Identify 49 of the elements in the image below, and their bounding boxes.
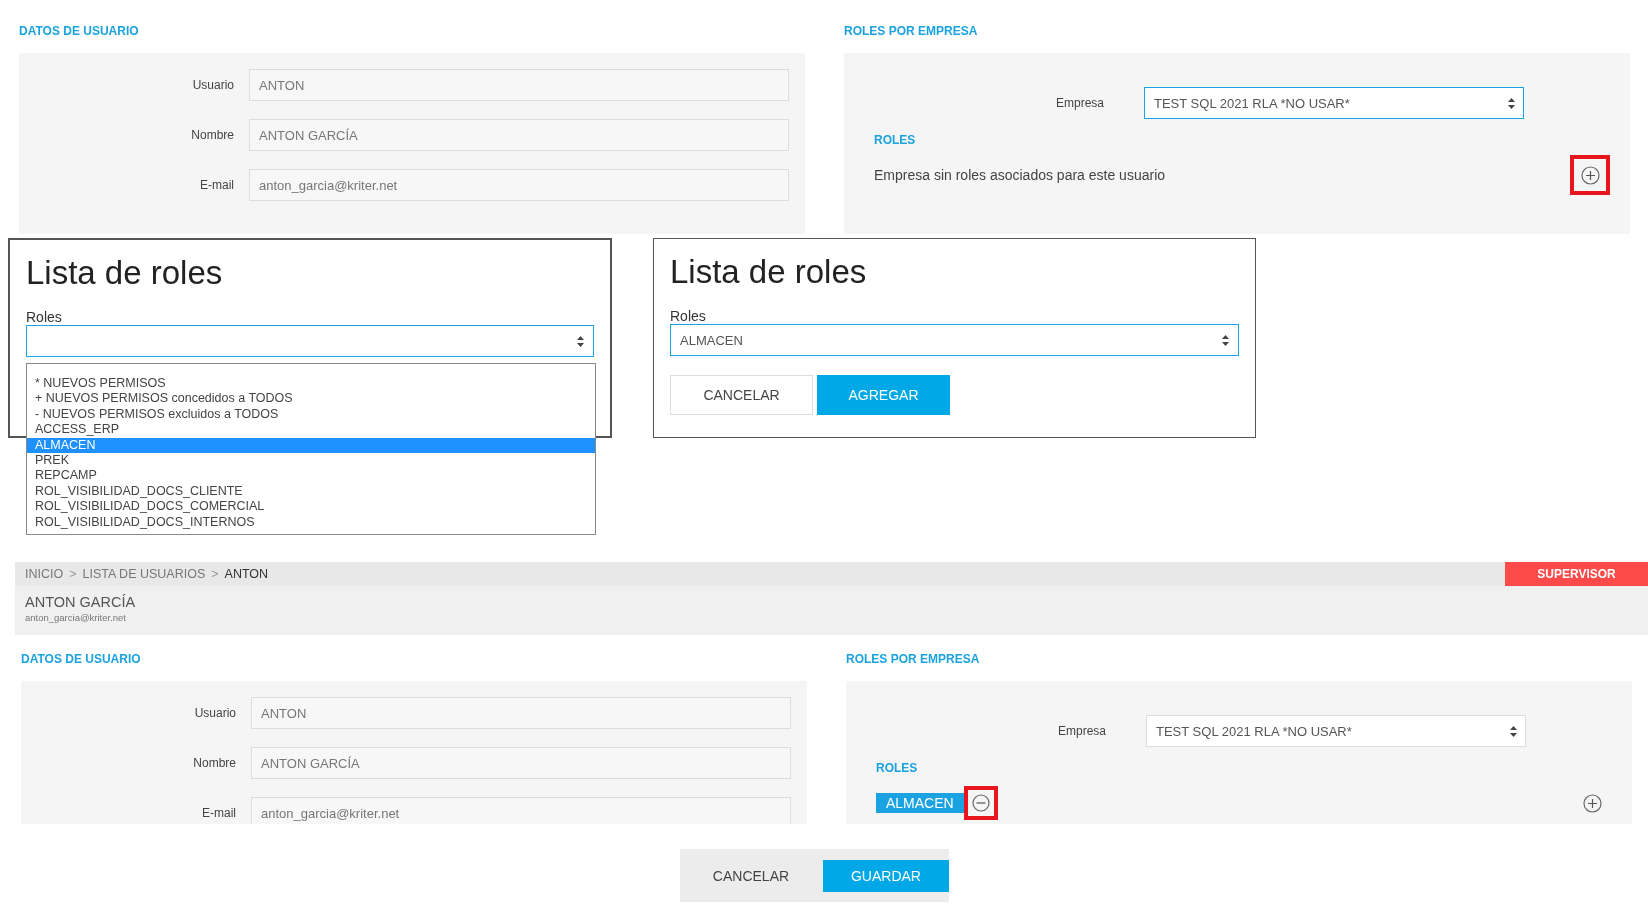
- field-label: Roles: [26, 309, 62, 325]
- field-label: E-mail: [199, 178, 234, 192]
- section-title: ROLES POR EMPRESA: [846, 651, 980, 668]
- dropdown-option[interactable]: PREK: [27, 453, 595, 469]
- field-label: Empresa: [1054, 96, 1105, 110]
- role-tag: ALMACEN: [876, 793, 964, 813]
- dialog-title: Lista de roles: [26, 254, 223, 292]
- dropdown-option[interactable]: ROL_VISIBILIDAD_DOCS_COMERCIAL: [27, 499, 595, 515]
- add-icon[interactable]: [1582, 793, 1602, 813]
- roles-title: ROLES: [876, 761, 918, 775]
- remove-icon[interactable]: [971, 794, 990, 812]
- dialog-title: Lista de roles: [670, 253, 867, 291]
- section-title: ROLES POR EMPRESA: [844, 23, 978, 40]
- breadcrumb-separator: >: [211, 567, 219, 581]
- breadcrumb-link[interactable]: LISTA DE USUARIOS: [82, 567, 206, 581]
- add-icon[interactable]: [1580, 165, 1600, 185]
- role-badge: SUPERVISOR: [1505, 562, 1648, 586]
- sort-arrows-icon: [1510, 725, 1517, 737]
- cancel-button[interactable]: CANCELAR: [670, 375, 813, 415]
- field-label: Empresa: [1056, 724, 1107, 738]
- section-title: DATOS DE USUARIO: [21, 651, 141, 668]
- input-field[interactable]: ANTON: [251, 697, 791, 729]
- field-label: E-mail: [201, 806, 236, 820]
- field-label: Roles: [670, 308, 706, 324]
- field-label: Nombre: [190, 128, 234, 142]
- company-select[interactable]: TEST SQL 2021 RLA *NO USAR*: [1144, 87, 1524, 119]
- field-label: Usuario: [193, 706, 236, 720]
- input-field[interactable]: anton_garcia@kriter.net: [251, 797, 791, 824]
- sort-arrows-icon: [1222, 334, 1229, 346]
- dropdown-option[interactable]: ROL_VISIBILIDAD_DOCS_CLIENTE: [27, 483, 595, 500]
- roles-title: ROLES: [874, 133, 916, 147]
- user-name: ANTON GARCÍA: [25, 594, 136, 610]
- input-field[interactable]: ANTON GARCÍA: [251, 747, 791, 779]
- breadcrumb-link[interactable]: INICIO: [25, 567, 64, 581]
- field-label: Nombre: [192, 756, 236, 770]
- roles-select[interactable]: ALMACEN: [670, 324, 1239, 356]
- input-field[interactable]: ANTON GARCÍA: [249, 119, 789, 151]
- dropdown-option[interactable]: REPCAMP: [27, 468, 595, 484]
- breadcrumb-separator: >: [69, 567, 77, 581]
- user-email: anton_garcia@kriter.net: [25, 612, 126, 623]
- input-field[interactable]: anton_garcia@kriter.net: [249, 169, 789, 201]
- field-label: Usuario: [191, 78, 234, 92]
- breadcrumb-link[interactable]: ANTON: [224, 567, 269, 581]
- section-title: DATOS DE USUARIO: [19, 23, 139, 40]
- input-field[interactable]: ANTON: [249, 69, 789, 101]
- empty-message: Empresa sin roles asociados para este usuario: [874, 167, 1166, 183]
- dropdown-option[interactable]: ROL_VISIBILIDAD_DOCS_INTERNOS: [27, 514, 595, 531]
- sort-arrows-icon: [1508, 97, 1515, 109]
- company-select[interactable]: TEST SQL 2021 RLA *NO USAR*: [1146, 715, 1526, 747]
